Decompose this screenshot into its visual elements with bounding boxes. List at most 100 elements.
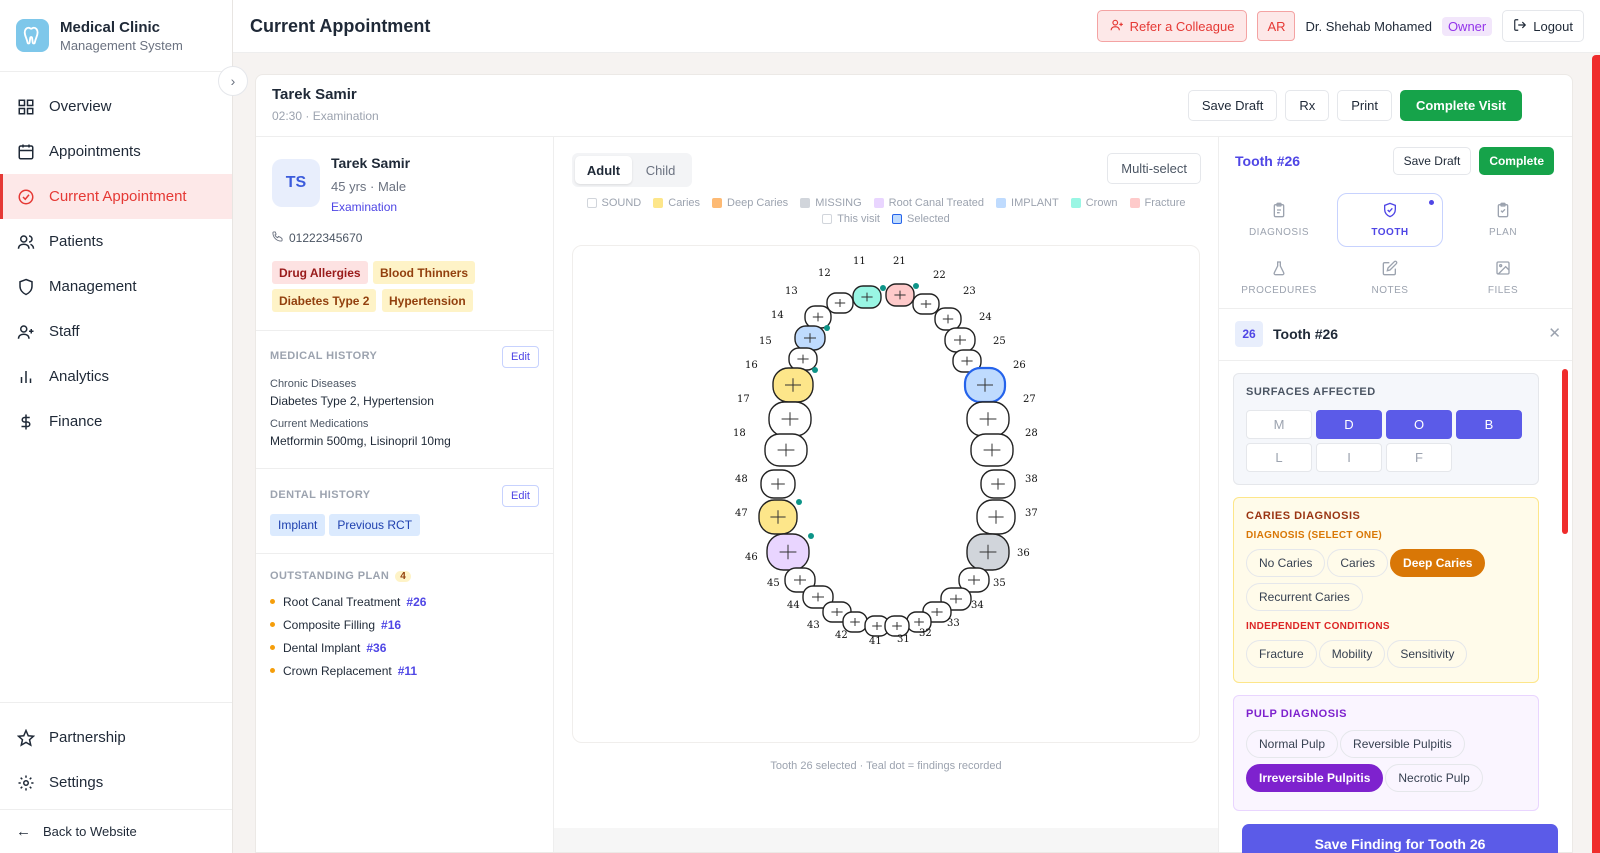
plan-item[interactable]: Root Canal Treatment #26	[270, 590, 539, 613]
sidebar-item-settings[interactable]: Settings	[0, 760, 232, 805]
pulp-option[interactable]: Necrotic Pulp	[1385, 764, 1483, 792]
findings-save-draft-button[interactable]: Save Draft	[1392, 147, 1472, 175]
findings-header: Tooth #26 Save Draft Complete	[1219, 137, 1572, 183]
logout-button[interactable]: Logout	[1502, 10, 1584, 42]
legend-item: Fracture	[1129, 197, 1185, 209]
multi-select-button[interactable]: Multi-select	[1107, 153, 1201, 184]
pulp-option[interactable]: Reversible Pulpitis	[1340, 730, 1465, 758]
condition-option[interactable]: Mobility	[1318, 640, 1386, 668]
tooth-48[interactable]	[760, 469, 796, 499]
tooth-chart: 11 21 12 22 13 23 14 24 15 25 16 26 17 27 18 28 48 38 47 37…	[572, 245, 1200, 743]
tooth-37[interactable]	[976, 499, 1016, 535]
findings-complete-button[interactable]: Complete	[1479, 147, 1554, 175]
edit-dental-history-button[interactable]: Edit	[502, 485, 539, 507]
findings-scrollbar[interactable]	[1562, 369, 1568, 534]
sidebar-item-patients[interactable]: Patients	[0, 219, 232, 264]
surface-l-button[interactable]: L	[1246, 443, 1312, 472]
plan-item[interactable]: Crown Replacement #11	[270, 659, 539, 682]
finding-dot	[812, 367, 818, 373]
condition-option[interactable]: Fracture	[1246, 640, 1317, 668]
close-icon[interactable]: ✕	[1548, 324, 1561, 342]
sidebar-item-staff[interactable]: Staff	[0, 309, 232, 354]
sidebar-item-finance[interactable]: Finance	[0, 399, 232, 444]
back-to-website-link[interactable]: ← Back to Website	[0, 809, 232, 853]
tooth-13[interactable]	[804, 305, 832, 329]
chart-legend: SOUND Caries Deep Caries MISSING Root Ca…	[554, 197, 1218, 225]
tooth-31[interactable]	[884, 615, 910, 637]
sidebar-item-analytics[interactable]: Analytics	[0, 354, 232, 399]
legend-item: This visit	[822, 213, 880, 225]
back-to-website-label: Back to Website	[43, 824, 137, 839]
pulp-option-selected[interactable]: Irreversible Pulpitis	[1246, 764, 1384, 792]
adult-toggle[interactable]: Adult	[575, 156, 632, 184]
surface-d-button[interactable]: D	[1316, 410, 1382, 439]
tooth-chart-svg[interactable]: 11 21 12 22 13 23 14 24 15 25 16 26 17 27 18 28 48 38 47 37…	[573, 246, 1201, 744]
caries-option[interactable]: No Caries	[1246, 549, 1326, 577]
surface-b-button[interactable]: B	[1456, 410, 1522, 439]
sidebar-item-current-appointment[interactable]: Current Appointment	[0, 174, 232, 219]
pulp-option[interactable]: Normal Pulp	[1246, 730, 1339, 758]
tab-files[interactable]: FILES	[1453, 251, 1553, 305]
tooth-22[interactable]	[912, 293, 940, 315]
plan-item[interactable]: Dental Implant #36	[270, 636, 539, 659]
legend-swatch	[1129, 198, 1140, 208]
surface-i-button[interactable]: I	[1316, 443, 1382, 472]
caries-option-selected[interactable]: Deep Caries	[1390, 549, 1486, 577]
tooth-16[interactable]	[772, 367, 818, 403]
tooth-23[interactable]	[934, 307, 962, 331]
surfaces-panel: SURFACES AFFECTED M D O B L I F	[1233, 373, 1539, 485]
tooth-27[interactable]	[966, 401, 1010, 437]
tooth-15[interactable]	[788, 347, 818, 371]
refer-colleague-button[interactable]: Refer a Colleague	[1096, 10, 1248, 42]
save-finding-button[interactable]: Save Finding for Tooth 26	[1242, 824, 1558, 853]
tooth-chart-panel: Adult Child Multi-select SOUND Caries De…	[554, 137, 1218, 852]
complete-visit-button[interactable]: Complete Visit	[1399, 90, 1522, 121]
tab-tooth[interactable]: TOOTH	[1337, 193, 1443, 247]
tooth-12[interactable]	[826, 292, 854, 314]
sidebar-item-label: Current Appointment	[49, 188, 187, 205]
language-toggle-button[interactable]: AR	[1257, 11, 1296, 41]
tooth-47[interactable]	[758, 499, 802, 535]
surface-f-button[interactable]: F	[1386, 443, 1452, 472]
tooth-28[interactable]	[970, 433, 1014, 467]
logout-label: Logout	[1533, 18, 1573, 34]
sidebar-item-appointments[interactable]: Appointments	[0, 129, 232, 174]
tooth-42[interactable]	[842, 611, 868, 633]
tooth-14[interactable]	[794, 325, 830, 351]
print-button[interactable]: Print	[1337, 90, 1392, 121]
save-draft-button[interactable]: Save Draft	[1187, 90, 1278, 121]
rx-button[interactable]: Rx	[1285, 90, 1330, 121]
brand-name: Medical Clinic	[60, 18, 161, 36]
sidebar-item-overview[interactable]: Overview	[0, 84, 232, 129]
collapse-sidebar-button[interactable]: ›	[218, 66, 248, 96]
tab-diagnosis[interactable]: DIAGNOSIS	[1229, 193, 1329, 247]
tooth-38[interactable]	[980, 469, 1016, 499]
tooth-18[interactable]	[764, 433, 808, 467]
outstanding-plan-title: OUTSTANDING PLAN	[270, 570, 390, 582]
tab-label: TOOTH	[1371, 227, 1409, 238]
tooth-46[interactable]	[766, 533, 814, 571]
tab-notes[interactable]: NOTES	[1340, 251, 1440, 305]
plan-item[interactable]: Composite Filling #16	[270, 613, 539, 636]
child-toggle[interactable]: Child	[632, 156, 689, 184]
edit-medical-history-button[interactable]: Edit	[502, 346, 539, 368]
edit-icon	[1382, 260, 1398, 279]
sidebar-item-partnership[interactable]: Partnership	[0, 715, 232, 760]
sidebar-item-label: Staff	[49, 323, 80, 340]
surface-m-button[interactable]: M	[1246, 410, 1312, 439]
tooth-17[interactable]	[768, 401, 812, 437]
tooth-26[interactable]	[963, 366, 1007, 404]
page-scrollbar[interactable]	[1592, 55, 1600, 853]
tooth-36[interactable]	[966, 533, 1010, 571]
legend-swatch	[996, 198, 1007, 208]
condition-option[interactable]: Sensitivity	[1387, 640, 1468, 668]
tooth-11[interactable]	[852, 285, 886, 309]
legend-swatch	[653, 198, 664, 208]
sidebar-item-management[interactable]: Management	[0, 264, 232, 309]
tab-plan[interactable]: PLAN	[1453, 193, 1553, 247]
surface-o-button[interactable]: O	[1386, 410, 1452, 439]
caries-option[interactable]: Caries	[1327, 549, 1389, 577]
tooth-24[interactable]	[944, 327, 976, 353]
tab-procedures[interactable]: PROCEDURES	[1229, 251, 1329, 305]
caries-option[interactable]: Recurrent Caries	[1246, 583, 1363, 611]
